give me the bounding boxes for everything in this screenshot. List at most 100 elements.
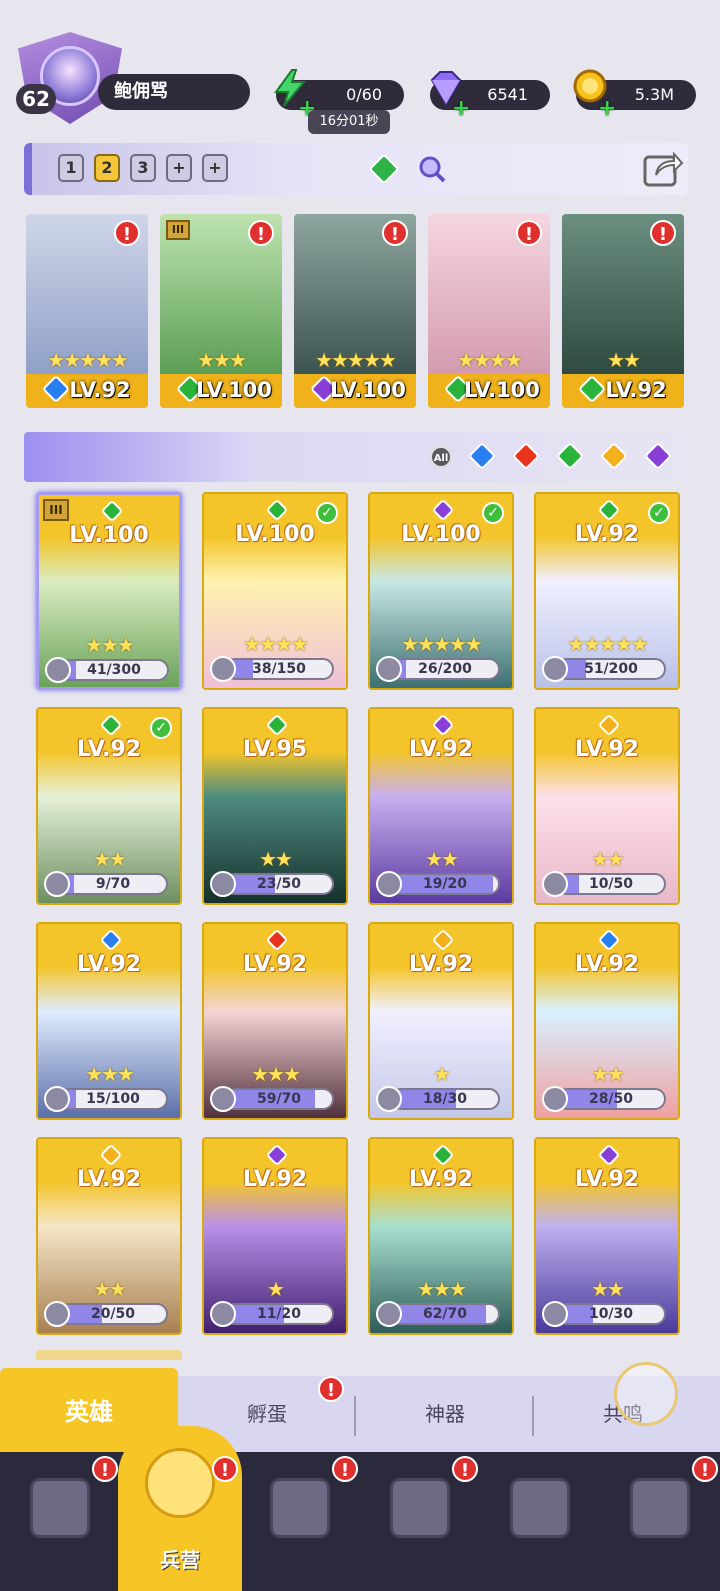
energy-counter[interactable]: + 0/60 (274, 69, 404, 121)
star-rating: ★★★★★ (401, 632, 483, 656)
lineup-card[interactable]: ★★★ LV.100! III (160, 214, 282, 408)
shard-count: 11/20 (256, 1306, 302, 1322)
add-gems-icon[interactable]: + (452, 94, 470, 124)
hero-card[interactable]: LV.92 ★★ 20/50 (36, 1137, 182, 1335)
tier-badge: III (43, 499, 69, 521)
shard-count: 41/300 (87, 662, 141, 678)
nav-item[interactable]: ! (0, 1452, 122, 1591)
in-team-check-icon: ✓ (648, 502, 670, 524)
nav-item[interactable]: ! (238, 1452, 362, 1591)
hero-level: LV.92 (76, 1167, 142, 1192)
team-slot-2[interactable]: 2 (94, 154, 120, 182)
hero-level: LV.95 (242, 737, 308, 762)
shard-progress-bar: 51/200 (556, 658, 666, 680)
hero-card[interactable]: LV.92 ✓ ★★★★★ 51/200 (534, 492, 680, 690)
nav-item[interactable] (478, 1452, 602, 1591)
barracks-icon (145, 1448, 215, 1518)
hero-level: LV.92 (76, 952, 142, 977)
hero-card[interactable]: LV.92 ★ 18/30 (368, 922, 514, 1120)
shard-icon (210, 1301, 236, 1327)
water-element-icon (467, 441, 497, 471)
cards-icon (30, 1478, 90, 1538)
lineup-card[interactable]: ★★★★ LV.100! (428, 214, 550, 408)
player-name: 鲍佣骂 (98, 74, 250, 110)
gem-counter[interactable]: + 6541 (430, 71, 550, 121)
hero-card[interactable]: LV.92 ★★ 28/50 (534, 922, 680, 1120)
hero-card[interactable]: LV.100 III ★★★ 41/300 (36, 492, 182, 690)
tab-artifacts[interactable]: 神器 (356, 1376, 534, 1452)
lineup-card[interactable]: ★★★★★ LV.100! (294, 214, 416, 408)
star-rating: ★★★ (85, 1062, 135, 1086)
nav-item[interactable]: ! (358, 1452, 482, 1591)
shard-count: 10/30 (588, 1306, 634, 1322)
filter-fire[interactable] (510, 440, 542, 472)
filter-wind[interactable] (554, 440, 586, 472)
shard-count: 10/50 (588, 876, 634, 892)
add-team-slot-1[interactable]: + (166, 154, 192, 182)
star-rating: ★★ (425, 847, 459, 871)
nav-item[interactable]: ! (598, 1452, 720, 1591)
nav-item[interactable]: 兵营! (118, 1426, 242, 1591)
hero-card[interactable]: LV.92 ★★ 19/20 (368, 707, 514, 905)
hero-level: LV.92 (574, 737, 640, 762)
coin-counter[interactable]: + 5.3M (573, 69, 696, 121)
element-bonus-icon[interactable] (368, 153, 400, 185)
shard-count: 62/70 (422, 1306, 468, 1322)
team-slot-1[interactable]: 1 (58, 154, 84, 182)
lineup-card[interactable]: ★★ LV.92! (562, 214, 684, 408)
star-rating: ★★★★★ (315, 348, 397, 372)
floating-helper-button[interactable] (614, 1362, 678, 1426)
mushroom-icon (510, 1478, 570, 1538)
shard-count: 23/50 (256, 876, 302, 892)
hero-level: LV.92 (605, 378, 667, 402)
tier-badge: III (166, 220, 190, 240)
hero-card[interactable]: LV.92 ★★★ 62/70 (368, 1137, 514, 1335)
hero-card[interactable]: LV.92 ★★ 10/50 (534, 707, 680, 905)
add-team-slot-2[interactable]: + (202, 154, 228, 182)
hero-level: LV.100 (401, 522, 481, 547)
shard-icon (376, 656, 402, 682)
hero-level: LV.92 (574, 1167, 640, 1192)
shard-progress-bar: 26/200 (390, 658, 500, 680)
lineup-card[interactable]: ★★★★★ LV.92! (26, 214, 148, 408)
star-rating: ★★ (591, 1062, 625, 1086)
team-slot-3[interactable]: 3 (130, 154, 156, 182)
shard-progress-bar: 18/30 (390, 1088, 500, 1110)
hero-card[interactable]: LV.92 ★★★ 15/100 (36, 922, 182, 1120)
shard-icon (44, 1086, 70, 1112)
filter-light[interactable] (598, 440, 630, 472)
shard-icon (210, 871, 236, 897)
hero-level: LV.100 (69, 523, 149, 548)
gem-value: 6541 (487, 85, 528, 104)
shard-icon (210, 656, 236, 682)
bottom-nav: ! 兵营!!!! (0, 1426, 720, 1591)
shard-progress-bar: 38/150 (224, 658, 334, 680)
star-rating: ★★ (607, 348, 641, 372)
star-rating: ★★★ (417, 1277, 467, 1301)
shard-icon (542, 1086, 568, 1112)
hero-card[interactable]: LV.92 ✓ ★★ 9/70 (36, 707, 182, 905)
hero-card[interactable]: LV.92 ★★★ 59/70 (202, 922, 348, 1120)
shard-progress-bar: 15/100 (58, 1088, 168, 1110)
shard-progress-bar: 20/50 (58, 1303, 168, 1325)
hero-level: LV.92 (69, 378, 131, 402)
hero-card[interactable]: LV.92 ★★ 10/30 (534, 1137, 680, 1335)
hero-level: LV.92 (574, 952, 640, 977)
hero-card[interactable]: LV.92 ★ 11/20 (202, 1137, 348, 1335)
hero-level: LV.92 (408, 952, 474, 977)
hero-card[interactable]: LV.95 ★★ 23/50 (202, 707, 348, 905)
share-icon[interactable] (642, 149, 684, 189)
hero-card[interactable]: LV.100 ✓ ★★★★★ 26/200 (368, 492, 514, 690)
guild-banner-icon (630, 1478, 690, 1538)
star-rating: ★★★★★ (567, 632, 649, 656)
add-coins-icon[interactable]: + (598, 94, 616, 124)
filter-all[interactable]: All (422, 440, 454, 472)
castle-icon (390, 1478, 450, 1538)
shard-progress-bar: 41/300 (59, 659, 169, 681)
magnifier-icon[interactable] (416, 153, 448, 185)
filter-dark[interactable] (642, 440, 674, 472)
shard-icon (376, 871, 402, 897)
filter-water[interactable] (466, 440, 498, 472)
hero-card[interactable]: LV.100 ✓ ★★★★ 38/150 (202, 492, 348, 690)
star-rating: ★ (267, 1277, 285, 1301)
